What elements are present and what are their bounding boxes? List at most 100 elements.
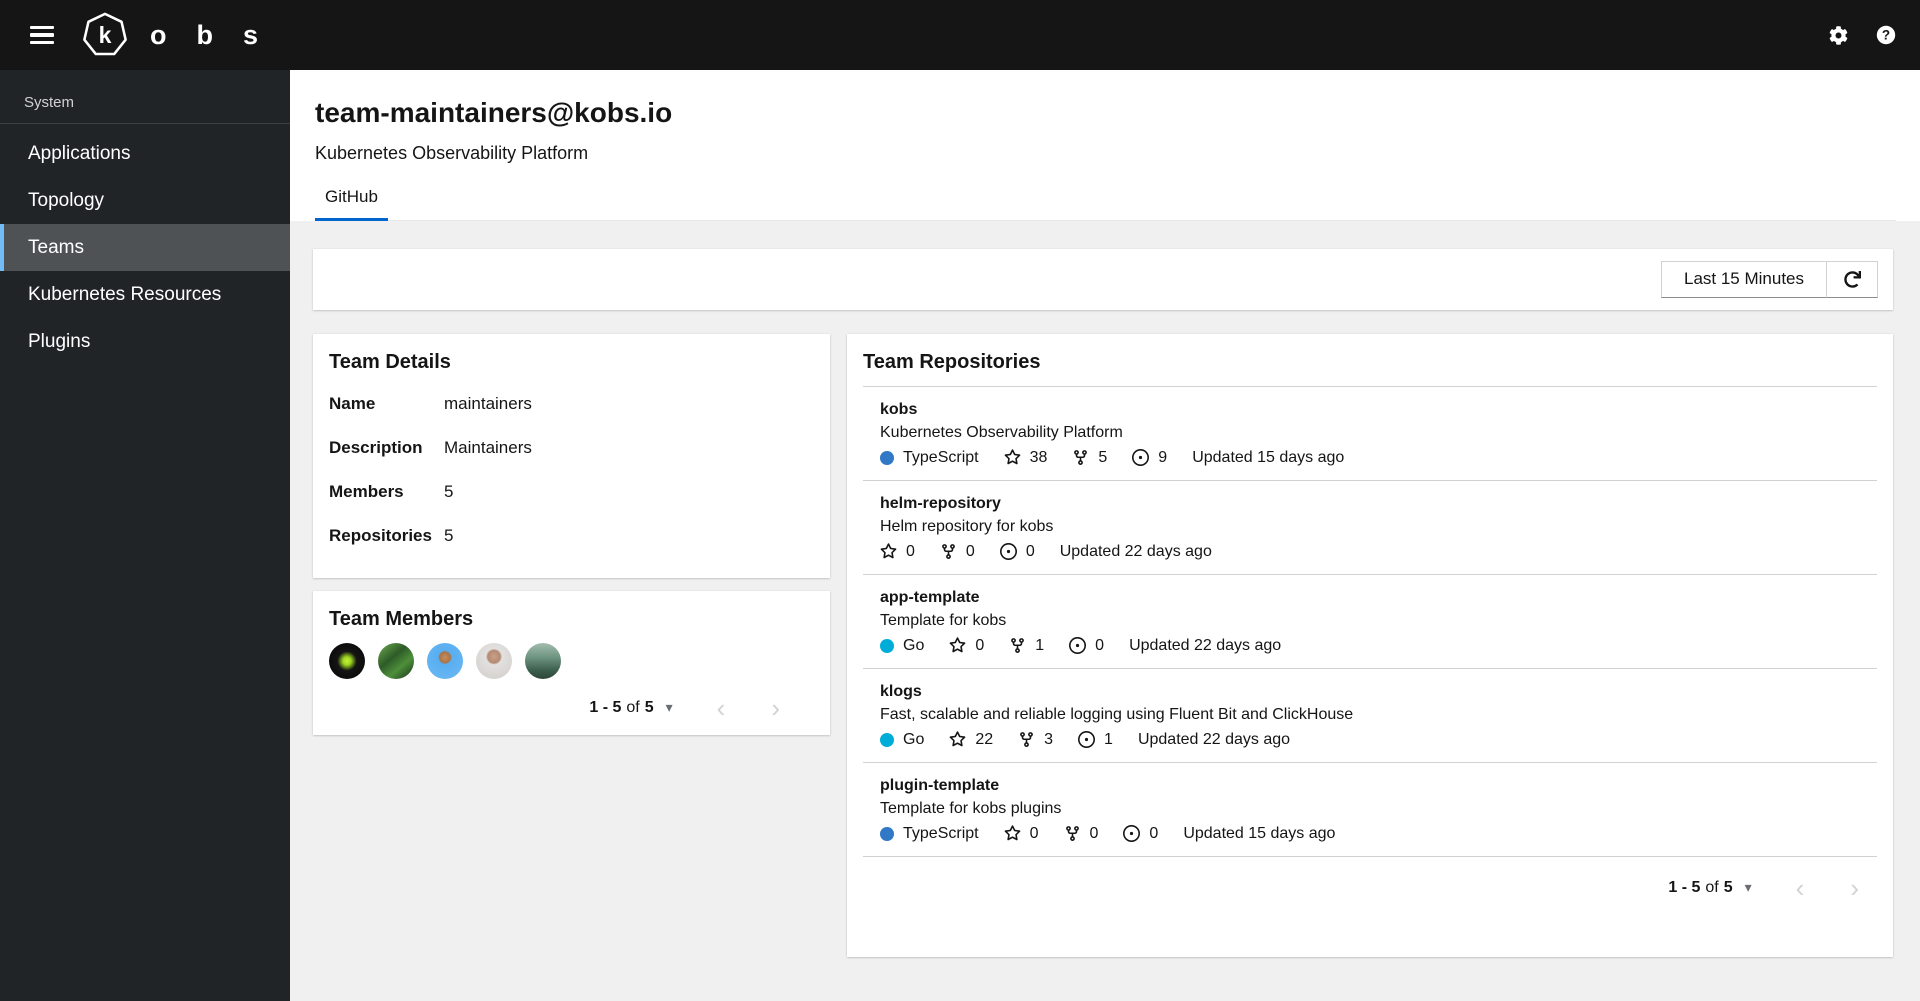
detail-label: Description	[329, 437, 423, 457]
repo-meta: Go 22 3 1 Updated 22 days ago	[880, 731, 1877, 749]
issue-icon	[1123, 825, 1141, 843]
repo-language: Go	[880, 637, 924, 655]
repo-name: klogs	[880, 682, 922, 700]
fork-count: 0	[965, 542, 975, 560]
repo-updated: Updated 15 days ago	[1183, 824, 1336, 842]
issue-icon	[1078, 731, 1096, 749]
repo-stars: 22	[949, 731, 993, 749]
repo-language: Go	[880, 731, 924, 749]
sidebar-item-teams[interactable]: Teams	[0, 224, 290, 271]
pagination-total: 5	[1723, 878, 1733, 896]
tab-github[interactable]: GitHub	[315, 185, 388, 221]
repo-issues: 0	[1123, 825, 1158, 843]
chevron-right-icon: ›	[1850, 872, 1859, 903]
kobs-heptagon-icon: k	[83, 12, 127, 56]
masthead: k obs ?	[0, 0, 1920, 70]
team-repositories-title: Team Repositories	[863, 350, 1041, 373]
repo-list: kobs Kubernetes Observability Platform T…	[863, 387, 1877, 857]
repo-language: TypeScript	[880, 449, 979, 467]
language-dot-icon	[880, 732, 894, 747]
member-avatar[interactable]	[378, 642, 414, 679]
pagination-total: 5	[644, 698, 654, 716]
next-page-button[interactable]: ›	[761, 695, 790, 721]
repo-description: Template for kobs	[880, 611, 1007, 629]
repo-issues: 9	[1132, 449, 1167, 467]
fork-icon	[1074, 450, 1088, 466]
issue-count: 0	[1025, 542, 1035, 560]
issue-count: 9	[1158, 448, 1168, 466]
star-icon	[1004, 825, 1020, 841]
sidebar-item-topology[interactable]: Topology	[0, 177, 290, 224]
sidebar-item-plugins[interactable]: Plugins	[0, 318, 290, 365]
fork-icon	[942, 544, 955, 560]
settings-button[interactable]	[1829, 25, 1848, 45]
page-title: team-maintainers@kobs.io	[315, 97, 673, 128]
star-icon	[880, 543, 897, 559]
caret-down-icon: ▾	[1744, 879, 1752, 896]
repo-updated: Updated 22 days ago	[1129, 636, 1282, 654]
detail-row-repositories: Repositories 5	[329, 514, 814, 558]
issue-count: 0	[1095, 636, 1105, 654]
svg-text:?: ?	[1882, 28, 1890, 43]
repo-description: Template for kobs plugins	[880, 799, 1062, 817]
previous-page-button[interactable]: ‹	[707, 695, 736, 721]
page-header: team-maintainers@kobs.io Kubernetes Obse…	[290, 70, 1920, 221]
sidebar-item-applications[interactable]: Applications	[0, 130, 290, 177]
team-members-title: Team Members	[329, 607, 474, 630]
star-icon	[949, 637, 966, 653]
repo-description: Kubernetes Observability Platform	[880, 423, 1123, 441]
kobs-logo[interactable]: k obs	[82, 12, 288, 58]
pagination-range: 1 - 5	[589, 698, 622, 716]
repo-issues: 1	[1078, 731, 1113, 749]
question-icon: ?	[1876, 25, 1896, 45]
fork-count: 0	[1089, 824, 1099, 842]
hamburger-icon	[30, 25, 54, 45]
member-avatar[interactable]	[329, 642, 365, 679]
repo-language: TypeScript	[880, 825, 979, 843]
time-range-button[interactable]: Last 15 Minutes	[1660, 260, 1826, 298]
repo-item-plugin-template[interactable]: plugin-template Template for kobs plugin…	[863, 763, 1877, 857]
fork-count: 1	[1035, 636, 1045, 654]
next-page-button[interactable]: ›	[1840, 875, 1869, 901]
language-label: Go	[903, 730, 925, 748]
member-avatar[interactable]	[476, 642, 512, 679]
chevron-left-icon: ‹	[716, 692, 726, 723]
pagination-menu-toggle[interactable]: ▾	[660, 695, 679, 720]
refresh-button[interactable]	[1826, 260, 1878, 298]
tab-bar: GitHub	[315, 185, 1896, 221]
pagination-of: of	[1705, 878, 1719, 896]
pagination-summary: 1 - 5 of 5	[1668, 879, 1732, 897]
chevron-right-icon: ›	[771, 692, 780, 723]
repo-updated: Updated 22 days ago	[1137, 730, 1291, 748]
help-button[interactable]: ?	[1876, 25, 1896, 45]
repo-item-kobs[interactable]: kobs Kubernetes Observability Platform T…	[863, 387, 1877, 481]
repo-stars: 38	[1004, 449, 1047, 467]
member-avatar[interactable]	[525, 642, 561, 679]
repo-forks: 1	[1009, 637, 1044, 655]
star-count: 22	[975, 730, 994, 748]
repos-pagination: 1 - 5 of 5 ▾ ‹ ›	[863, 859, 1877, 957]
pagination-summary: 1 - 5 of 5	[589, 699, 653, 717]
repo-item-klogs[interactable]: klogs Fast, scalable and reliable loggin…	[863, 669, 1877, 763]
repo-name: kobs	[880, 400, 918, 418]
sidebar-item-kubernetes-resources[interactable]: Kubernetes Resources	[0, 271, 290, 318]
repo-item-helm-repository[interactable]: helm-repository Helm repository for kobs	[863, 481, 1877, 575]
page-subtitle: Kubernetes Observability Platform	[315, 142, 589, 163]
repo-meta: TypeScript 38 5 9 Updated 15 days ago	[880, 449, 1877, 467]
fork-count: 5	[1098, 448, 1108, 466]
team-details-title: Team Details	[329, 350, 451, 373]
chevron-left-icon: ‹	[1795, 872, 1805, 903]
previous-page-button[interactable]: ‹	[1786, 875, 1815, 901]
language-label: TypeScript	[903, 448, 979, 466]
toolbar: Last 15 Minutes	[313, 248, 1893, 310]
pagination-menu-toggle[interactable]: ▾	[1739, 875, 1758, 900]
repo-item-app-template[interactable]: app-template Template for kobs Go 0 1 0 …	[863, 575, 1877, 669]
detail-row-name: Name maintainers	[329, 382, 814, 426]
fork-icon	[1065, 826, 1079, 842]
repo-forks: 3	[1018, 731, 1053, 749]
hamburger-menu-button[interactable]	[24, 16, 60, 55]
detail-label: Repositories	[329, 525, 432, 545]
repo-updated: Updated 22 days ago	[1059, 542, 1212, 560]
repo-name: app-template	[880, 588, 980, 606]
member-avatar[interactable]	[427, 642, 463, 679]
